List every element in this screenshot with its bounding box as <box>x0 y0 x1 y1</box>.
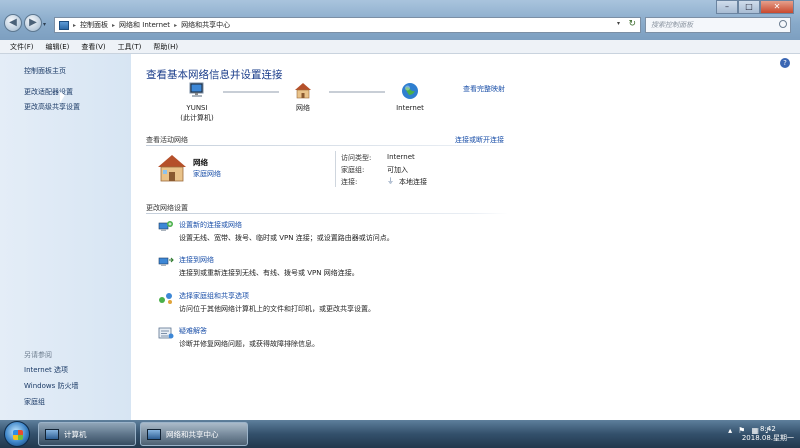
start-button[interactable] <box>4 421 30 447</box>
sidebar-link-change-adapter-settings[interactable]: 更改适配器设置 <box>24 87 73 97</box>
task-homegroup-sharing-link[interactable]: 选择家庭组和共享选项 <box>179 291 249 301</box>
task-troubleshoot-desc: 诊断并修复网络问题，或获得故障排除信息。 <box>179 340 319 348</box>
recent-pages-dropdown[interactable]: ▾ <box>43 21 46 28</box>
house-icon <box>295 83 311 99</box>
task-troubleshoot-link[interactable]: 疑难解答 <box>179 326 207 336</box>
close-button[interactable]: ✕ <box>760 0 794 14</box>
connection-label: 连接: <box>341 178 358 186</box>
search-placeholder: 搜索控制面板 <box>651 21 693 29</box>
breadcrumb-network-internet[interactable]: 网络和 Internet <box>119 20 170 30</box>
map-node-network-label: 网络 <box>296 104 310 112</box>
forward-button[interactable]: ▶ <box>24 14 42 32</box>
computer-icon <box>189 82 204 97</box>
map-node-internet-label: Internet <box>396 104 424 112</box>
menu-file[interactable]: 文件(F) <box>10 42 34 52</box>
connect-network-icon <box>158 257 174 266</box>
sidebar-link-change-advanced-sharing[interactable]: 更改高级共享设置 <box>24 102 80 112</box>
new-connection-icon <box>158 221 173 231</box>
taskbar-item-computer[interactable]: 计算机 <box>38 422 136 446</box>
troubleshoot-icon <box>158 327 174 339</box>
menu-view[interactable]: 查看(V) <box>81 42 105 52</box>
search-input[interactable]: 搜索控制面板 <box>645 17 791 33</box>
breadcrumb-control-panel[interactable]: 控制面板 <box>80 20 108 30</box>
minimize-button[interactable]: – <box>716 0 738 14</box>
network-icon <box>147 428 161 440</box>
local-connection-link[interactable]: 本地连接 <box>399 177 427 187</box>
maximize-button[interactable]: □ <box>738 0 760 14</box>
help-icon[interactable]: ? <box>780 58 790 68</box>
mouse-cursor-icon <box>60 92 65 103</box>
sidebar-link-homegroup[interactable]: 家庭组 <box>24 397 45 407</box>
access-type-label: 访问类型: <box>341 154 372 162</box>
ethernet-icon: ⏚ <box>387 177 394 185</box>
search-icon[interactable] <box>779 20 787 28</box>
task-connect-to-network-link[interactable]: 连接到网络 <box>179 255 214 265</box>
title-bar: ◀ ▶ ▾ ▸ 控制面板 ▸ 网络和 Internet ▸ 网络和共享中心 ▾ … <box>0 0 800 40</box>
homegroup-join-link[interactable]: 可加入 <box>387 165 408 175</box>
map-node-computer[interactable]: YUNSI (此计算机) <box>177 82 217 123</box>
refresh-icon[interactable]: ↻ <box>628 19 636 29</box>
map-node-computer-sublabel: (此计算机) <box>180 114 214 122</box>
network-type-link[interactable]: 家庭网络 <box>193 169 221 179</box>
clock-time: 8:42 <box>760 425 776 433</box>
menu-edit[interactable]: 编辑(E) <box>46 42 70 52</box>
homegroup-label: 家庭组: <box>341 166 365 174</box>
task-connect-to-network-desc: 连接到或重新连接到无线、有线、拨号或 VPN 网络连接。 <box>179 269 359 277</box>
active-networks-heading: 查看活动网络 <box>146 136 188 144</box>
left-nav-pane: 控制面板主页 更改适配器设置 更改高级共享设置 另请参阅 Internet 选项… <box>0 54 131 420</box>
sidebar-link-control-panel-home[interactable]: 控制面板主页 <box>24 66 66 76</box>
breadcrumb-network-sharing-center[interactable]: 网络和共享中心 <box>181 20 230 30</box>
clock[interactable]: 8:42 2018.08.星期一 <box>742 425 794 443</box>
taskbar: 计算机 网络和共享中心 ▴ ⚑ ▦ ♪ 8:42 2018.08.星期一 <box>0 420 800 448</box>
network-house-icon[interactable] <box>156 153 188 183</box>
vertical-divider <box>335 151 336 187</box>
sidebar-link-windows-firewall[interactable]: Windows 防火墙 <box>24 381 78 391</box>
view-full-map-link[interactable]: 查看完整映射 <box>463 84 505 94</box>
clock-date: 2018.08.星期一 <box>741 434 794 442</box>
tray-expand-icon[interactable]: ▴ <box>728 426 732 435</box>
map-node-internet[interactable]: Internet <box>390 82 430 113</box>
page-title: 查看基本网络信息并设置连接 <box>146 69 283 81</box>
address-bar[interactable]: ▸ 控制面板 ▸ 网络和 Internet ▸ 网络和共享中心 ▾ ↻ <box>54 17 641 33</box>
sidebar-link-internet-options[interactable]: Internet 选项 <box>24 365 68 375</box>
map-node-computer-label: YUNSI <box>186 104 208 112</box>
map-connector <box>223 91 279 93</box>
main-content: ? 查看基本网络信息并设置连接 查看完整映射 YUNSI (此计算机) 网络 I… <box>131 54 800 420</box>
task-homegroup-sharing-desc: 访问位于其他网络计算机上的文件和打印机，或更改共享设置。 <box>179 305 375 313</box>
window-controls: – □ ✕ <box>716 0 794 14</box>
address-dropdown-icon[interactable]: ▾ <box>617 20 620 27</box>
task-setup-new-connection-desc: 设置无线、宽带、拨号、临时或 VPN 连接；或设置路由器或访问点。 <box>179 234 394 242</box>
map-node-network[interactable]: 网络 <box>285 82 321 113</box>
menu-tools[interactable]: 工具(T) <box>118 42 142 52</box>
taskbar-item-network-sharing-center[interactable]: 网络和共享中心 <box>140 422 248 446</box>
control-panel-icon <box>59 20 69 30</box>
see-also-heading: 另请参阅 <box>24 351 52 359</box>
change-settings-heading: 更改网络设置 <box>146 204 188 212</box>
globe-icon <box>402 83 418 99</box>
section-divider <box>146 213 508 214</box>
section-divider <box>146 145 508 146</box>
back-button[interactable]: ◀ <box>4 14 22 32</box>
menu-bar: 文件(F) 编辑(E) 查看(V) 工具(T) 帮助(H) <box>0 40 800 54</box>
taskbar-item-label: 计算机 <box>64 429 87 439</box>
homegroup-sharing-icon <box>159 293 172 304</box>
task-setup-new-connection-link[interactable]: 设置新的连接或网络 <box>179 220 242 230</box>
connect-disconnect-link[interactable]: 连接或断开连接 <box>455 135 504 145</box>
map-connector <box>329 91 385 93</box>
access-type-value: Internet <box>387 153 415 161</box>
computer-icon <box>45 428 59 440</box>
taskbar-item-label: 网络和共享中心 <box>166 429 219 439</box>
windows-logo-icon <box>13 430 23 440</box>
menu-help[interactable]: 帮助(H) <box>153 42 178 52</box>
network-name: 网络 <box>193 158 208 167</box>
